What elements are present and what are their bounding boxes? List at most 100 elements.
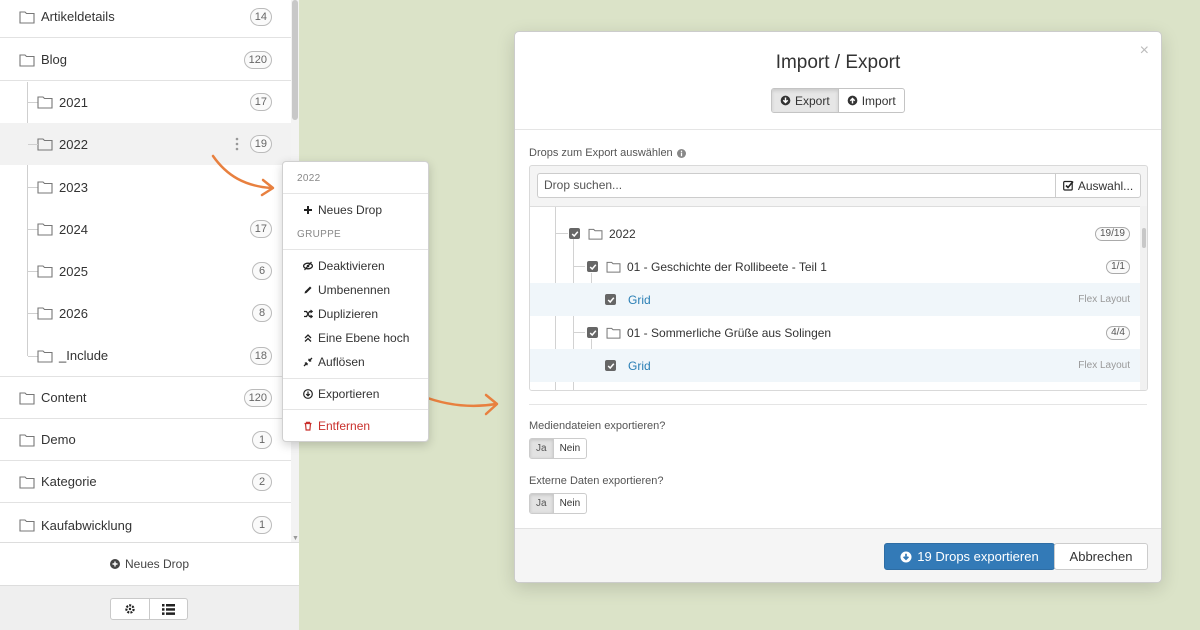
count-badge: 1 — [252, 516, 272, 534]
sidebar-item-label: Artikeldetails — [41, 9, 115, 24]
list-scrollbar[interactable] — [1140, 206, 1147, 390]
list-view-button[interactable] — [148, 599, 188, 619]
count-badge: 6 — [252, 262, 272, 280]
media-export-question: Mediendateien exportieren? — [529, 420, 666, 432]
upload-circle-icon — [847, 95, 858, 106]
menu-item-level-up[interactable]: Eine Ebene hoch — [303, 331, 409, 345]
menu-item-new-drop[interactable]: Neues Drop — [303, 203, 382, 217]
sidebar-item-kategorie[interactable]: Kategorie 2 — [0, 461, 291, 503]
arrow-to-modal-icon — [420, 393, 499, 416]
count-badge: 8 — [252, 304, 272, 322]
sidebar-item-blog[interactable]: Blog 120 — [0, 39, 291, 81]
scrollbar-thumb[interactable] — [1142, 228, 1146, 248]
drop-type: Flex Layout — [1078, 294, 1130, 305]
count-badge: 120 — [243, 50, 272, 69]
drop-tree-list: 2022 19/19 01 - Geschichte der Rollibeet… — [530, 206, 1140, 390]
import-export-modal: × Import / Export Export Import Drops zu… — [514, 31, 1162, 583]
count-badge: 120 — [243, 388, 272, 407]
cancel-button[interactable]: Abbrechen — [1054, 543, 1148, 570]
tab-export[interactable]: Export — [772, 89, 839, 112]
sidebar-item-demo[interactable]: Demo 1 — [0, 419, 291, 461]
count-badge: 19/19 — [1094, 226, 1130, 241]
tree-item-folder[interactable]: 2022 19/19 — [530, 217, 1140, 250]
gear-icon — [125, 604, 135, 614]
checkbox[interactable] — [587, 261, 598, 272]
checkbox[interactable] — [587, 327, 598, 338]
external-no-button[interactable]: Nein — [554, 494, 587, 513]
media-yes-button[interactable]: Ja — [530, 439, 554, 458]
settings-button[interactable] — [111, 599, 149, 619]
new-drop-button[interactable]: Neues Drop — [0, 542, 299, 585]
select-drops-label: Drops zum Export auswählen — [529, 147, 686, 159]
folder-icon — [606, 261, 621, 273]
sidebar-item-kaufabwicklung[interactable]: Kaufabwicklung 1 — [0, 504, 291, 542]
tree-item-label: 2022 — [609, 226, 636, 241]
sidebar-item-label: Kaufabwicklung — [41, 517, 133, 533]
menu-item-label: Eine Ebene hoch — [318, 331, 410, 345]
export-drops-button[interactable]: 19 Drops exportieren — [884, 543, 1055, 570]
new-drop-label: Neues Drop — [124, 557, 190, 571]
plus-icon — [304, 206, 312, 214]
menu-item-deactivate[interactable]: Deaktivieren — [303, 259, 385, 273]
menu-item-label: Deaktivieren — [318, 259, 385, 273]
checkbox-icon — [1062, 180, 1074, 191]
folder-open-icon — [19, 53, 35, 67]
folder-icon — [37, 349, 53, 363]
tree-item-drop[interactable]: Grid Flex Layout — [530, 283, 1140, 316]
drop-link[interactable]: Grid — [628, 359, 651, 373]
sidebar-item-2021[interactable]: 2021 17 — [0, 81, 291, 123]
search-input[interactable]: Drop suchen... — [537, 173, 1056, 198]
media-no-button[interactable]: Nein — [554, 439, 587, 458]
tree-item-label: 01 - Geschichte der Rollibeete - Teil 1 — [627, 259, 827, 274]
kebab-menu-icon[interactable] — [235, 137, 239, 151]
tab-label: Export — [795, 93, 830, 108]
external-export-question: Externe Daten exportieren? — [529, 475, 664, 487]
checkbox[interactable] — [569, 228, 580, 239]
drop-link[interactable]: Grid — [628, 293, 651, 307]
selection-button-label: Auswahl... — [1077, 178, 1134, 193]
sidebar-item-artikeldetails[interactable]: Artikeldetails 14 — [0, 0, 291, 38]
drop-selection-panel: Drop suchen... Auswahl... 2022 19/19 01 … — [529, 165, 1148, 391]
menu-group-header: GRUPPE — [297, 229, 342, 240]
download-circle-icon — [303, 389, 313, 399]
tab-import[interactable]: Import — [839, 89, 904, 112]
external-export-toggle: Ja Nein — [529, 493, 588, 514]
count-badge: 4/4 — [1106, 325, 1130, 340]
sidebar-item-label: Content — [41, 390, 87, 405]
external-yes-button[interactable]: Ja — [530, 494, 554, 513]
folder-icon — [606, 327, 621, 339]
scrollbar-thumb[interactable] — [292, 0, 298, 120]
menu-item-remove[interactable]: Entfernen — [303, 419, 370, 433]
sidebar-item-label: _Include — [59, 348, 109, 363]
sidebar: Artikeldetails 14 Blog 120 2021 17 2022 … — [0, 0, 299, 630]
drop-type: Flex Layout — [1078, 360, 1130, 371]
context-menu-title: 2022 — [297, 173, 321, 184]
sidebar-item-2024[interactable]: 2024 17 — [0, 208, 291, 250]
tree-item-drop[interactable]: Grid Flex Layout — [530, 349, 1140, 382]
mode-tabs: Export Import — [771, 88, 905, 113]
count-badge: 17 — [249, 220, 272, 238]
selection-button[interactable]: Auswahl... — [1055, 173, 1141, 198]
sidebar-item-include[interactable]: _Include 18 — [0, 335, 291, 377]
modal-title: Import / Export — [775, 52, 901, 73]
sidebar-item-label: Blog — [41, 52, 68, 67]
menu-item-label: Entfernen — [318, 419, 371, 433]
trash-icon — [304, 421, 312, 431]
scroll-down-icon[interactable]: ▼ — [292, 535, 299, 542]
menu-item-rename[interactable]: Umbenennen — [303, 283, 390, 297]
checkbox[interactable] — [605, 294, 616, 305]
menu-item-export[interactable]: Exportieren — [303, 387, 379, 401]
sidebar-item-2026[interactable]: 2026 8 — [0, 292, 291, 334]
sidebar-item-2025[interactable]: 2025 6 — [0, 250, 291, 292]
list-icon — [161, 603, 175, 615]
menu-item-duplicate[interactable]: Duplizieren — [303, 307, 378, 321]
menu-item-dissolve[interactable]: Auflösen — [303, 355, 365, 369]
menu-item-label: Umbenennen — [318, 283, 391, 297]
shuffle-icon — [304, 309, 313, 319]
tree-item-folder[interactable]: 01 - Geschichte der Rollibeete - Teil 1 … — [530, 250, 1140, 283]
tree-item-folder[interactable]: 01 - Sommerliche Grüße aus Solingen 4/4 — [530, 316, 1140, 349]
folder-icon — [37, 307, 53, 320]
checkbox[interactable] — [605, 360, 616, 371]
sidebar-item-content[interactable]: Content 120 — [0, 377, 291, 419]
compress-icon — [303, 357, 313, 367]
